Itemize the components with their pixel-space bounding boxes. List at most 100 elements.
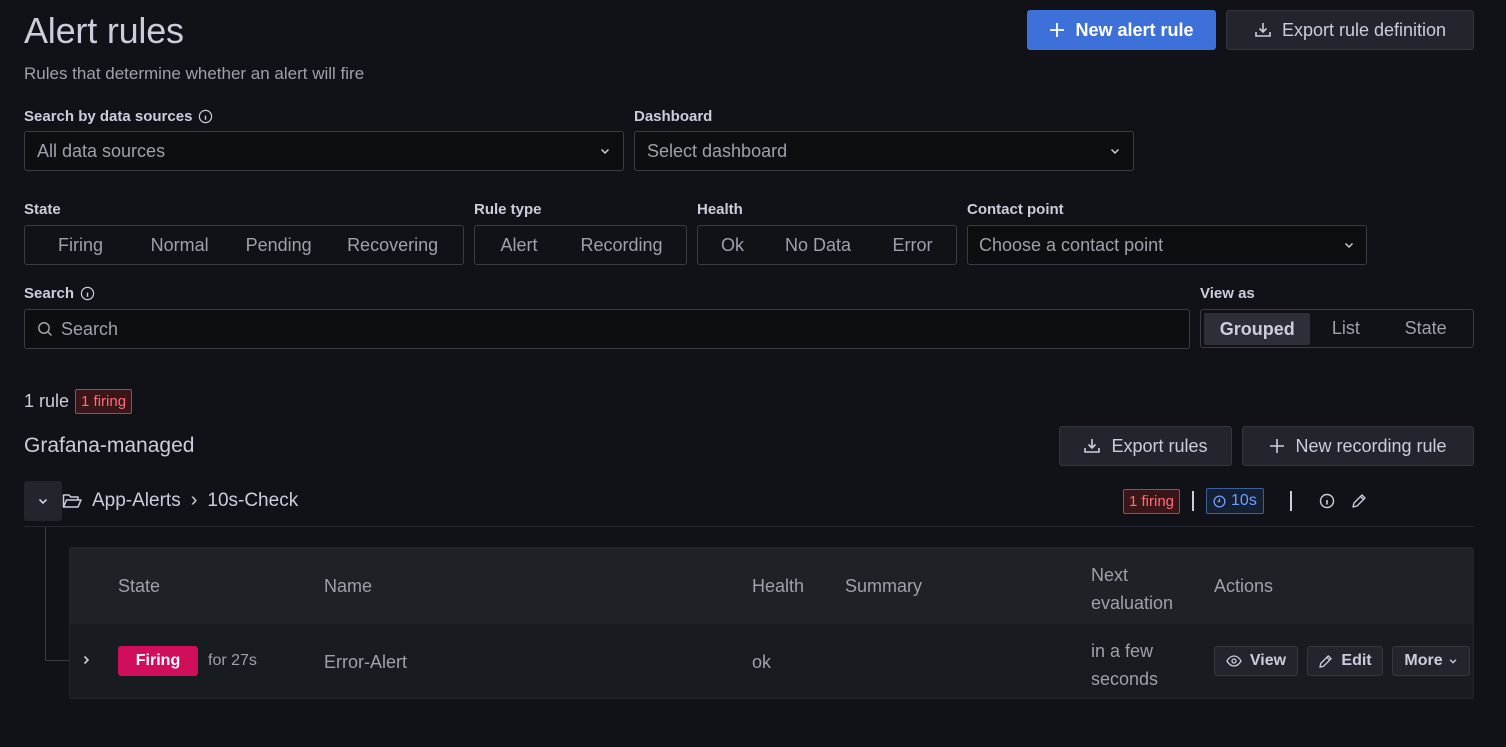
data-sources-label: Search by data sources — [24, 108, 213, 125]
state-option-recovering[interactable]: Recovering — [328, 235, 457, 256]
contact-point-select[interactable]: Choose a contact point — [967, 225, 1367, 265]
search-icon — [37, 321, 53, 337]
divider — [1290, 491, 1292, 511]
search-placeholder: Search — [61, 318, 119, 339]
data-sources-select[interactable]: All data sources — [24, 131, 624, 171]
col-header-next-evaluation: Next evaluation — [1091, 561, 1173, 617]
divider — [1192, 491, 1195, 511]
state-duration: for 27s — [208, 652, 257, 669]
state-option-pending[interactable]: Pending — [229, 235, 328, 256]
info-icon[interactable] — [80, 286, 95, 301]
view-as-grouped[interactable]: Grouped — [1204, 312, 1311, 345]
state-option-normal[interactable]: Normal — [130, 235, 229, 256]
dashboard-placeholder: Select dashboard — [647, 140, 788, 161]
data-sources-value: All data sources — [37, 140, 166, 161]
export-rules-button[interactable]: Export rules — [1059, 426, 1232, 466]
next-evaluation-line2: seconds — [1091, 669, 1159, 689]
view-as-state[interactable]: State — [1381, 318, 1470, 339]
search-label-text: Search — [24, 285, 75, 302]
export-rule-definition-button[interactable]: Export rule definition — [1226, 10, 1474, 50]
chevron-down-icon — [1109, 145, 1121, 157]
state-filter: Firing Normal Pending Recovering — [24, 225, 464, 265]
row-expand-chevron-right-icon[interactable] — [80, 654, 92, 666]
rules-table: State Name Health Summary Next evaluatio… — [69, 547, 1474, 699]
pencil-icon[interactable] — [1351, 493, 1367, 509]
rule-count: 1 rule — [24, 391, 70, 411]
rule-type-label: Rule type — [474, 201, 542, 218]
page-title: Alert rules — [24, 10, 184, 51]
dashboard-label: Dashboard — [634, 108, 713, 125]
clock-icon — [1213, 494, 1226, 508]
col-header-next-evaluation-line2: evaluation — [1091, 593, 1174, 613]
info-icon[interactable] — [1319, 493, 1335, 509]
dashboard-select[interactable]: Select dashboard — [634, 131, 1134, 171]
health-label: Health — [697, 201, 743, 218]
group-breadcrumb: App-Alerts › 10s-Check — [62, 489, 298, 512]
state-label: State — [24, 201, 61, 218]
col-header-actions: Actions — [1214, 576, 1274, 596]
view-as-toggle: Grouped List State — [1200, 309, 1474, 348]
health-option-no-data[interactable]: No Data — [764, 235, 872, 256]
rule-type-filter: Alert Recording — [474, 225, 687, 265]
health-option-error[interactable]: Error — [872, 235, 953, 256]
search-input[interactable]: Search — [24, 309, 1190, 349]
health-option-ok[interactable]: Ok — [701, 235, 764, 256]
edit-button-label: Edit — [1341, 652, 1372, 669]
new-alert-rule-button[interactable]: New alert rule — [1027, 10, 1216, 50]
download-icon — [1254, 21, 1272, 39]
next-evaluation: in a few seconds — [1091, 637, 1158, 693]
chevron-down-icon — [37, 495, 49, 507]
rule-type-option-recording[interactable]: Recording — [560, 235, 683, 256]
view-button[interactable]: View — [1214, 646, 1298, 676]
pencil-icon — [1318, 654, 1333, 669]
section-title: Grafana-managed — [24, 434, 195, 457]
rules-summary: 1 rule 1 firing — [24, 389, 133, 414]
breadcrumb-separator: › — [190, 489, 198, 511]
search-label: Search — [24, 285, 95, 302]
page-subtitle: Rules that determine whether an alert wi… — [24, 64, 365, 83]
chevron-down-icon — [1343, 239, 1355, 251]
evaluation-interval-badge: 10s — [1206, 488, 1264, 514]
next-evaluation-line1: in a few — [1091, 641, 1154, 661]
group-divider — [24, 526, 1474, 527]
new-recording-rule-button[interactable]: New recording rule — [1242, 426, 1474, 466]
col-header-next-evaluation-line1: Next — [1091, 565, 1129, 585]
group-collapse-toggle[interactable] — [24, 481, 62, 521]
eye-icon — [1226, 655, 1242, 667]
view-as-label: View as — [1200, 285, 1255, 302]
contact-point-label: Contact point — [967, 201, 1064, 218]
export-rule-definition-label: Export rule definition — [1281, 19, 1447, 40]
table-row: Firing for 27s Error-Alert ok in a few s… — [70, 624, 1473, 698]
rule-name: Error-Alert — [324, 652, 408, 672]
plus-icon — [1269, 438, 1285, 454]
data-sources-label-text: Search by data sources — [24, 108, 193, 125]
export-rules-label: Export rules — [1111, 435, 1208, 456]
edit-button[interactable]: Edit — [1307, 646, 1383, 676]
rule-health: ok — [752, 652, 772, 672]
col-header-health: Health — [752, 576, 805, 596]
more-button[interactable]: More — [1392, 646, 1470, 676]
folder-open-icon — [62, 492, 82, 510]
info-icon[interactable] — [198, 109, 213, 124]
state-firing-badge: Firing — [118, 646, 198, 676]
col-header-summary: Summary — [845, 576, 923, 596]
chevron-down-icon — [599, 145, 611, 157]
new-alert-rule-label: New alert rule — [1075, 19, 1194, 40]
tree-line — [45, 527, 46, 661]
download-icon — [1083, 437, 1101, 455]
interval-value: 10s — [1231, 492, 1257, 509]
group-folder[interactable]: App-Alerts — [92, 490, 181, 512]
view-as-list[interactable]: List — [1310, 318, 1381, 339]
contact-point-placeholder: Choose a contact point — [979, 234, 1164, 255]
state-option-firing[interactable]: Firing — [31, 235, 130, 256]
rule-type-option-alert[interactable]: Alert — [478, 235, 560, 256]
group-meta: 1 firing 10s — [1123, 488, 1264, 514]
tree-line — [45, 660, 69, 661]
col-header-state: State — [118, 576, 161, 596]
new-recording-rule-label: New recording rule — [1295, 435, 1447, 456]
view-button-label: View — [1249, 652, 1287, 669]
plus-icon — [1049, 22, 1065, 38]
group-firing-badge: 1 firing — [1123, 488, 1181, 514]
firing-count-badge: 1 firing — [75, 389, 133, 414]
col-header-name: Name — [324, 576, 373, 596]
